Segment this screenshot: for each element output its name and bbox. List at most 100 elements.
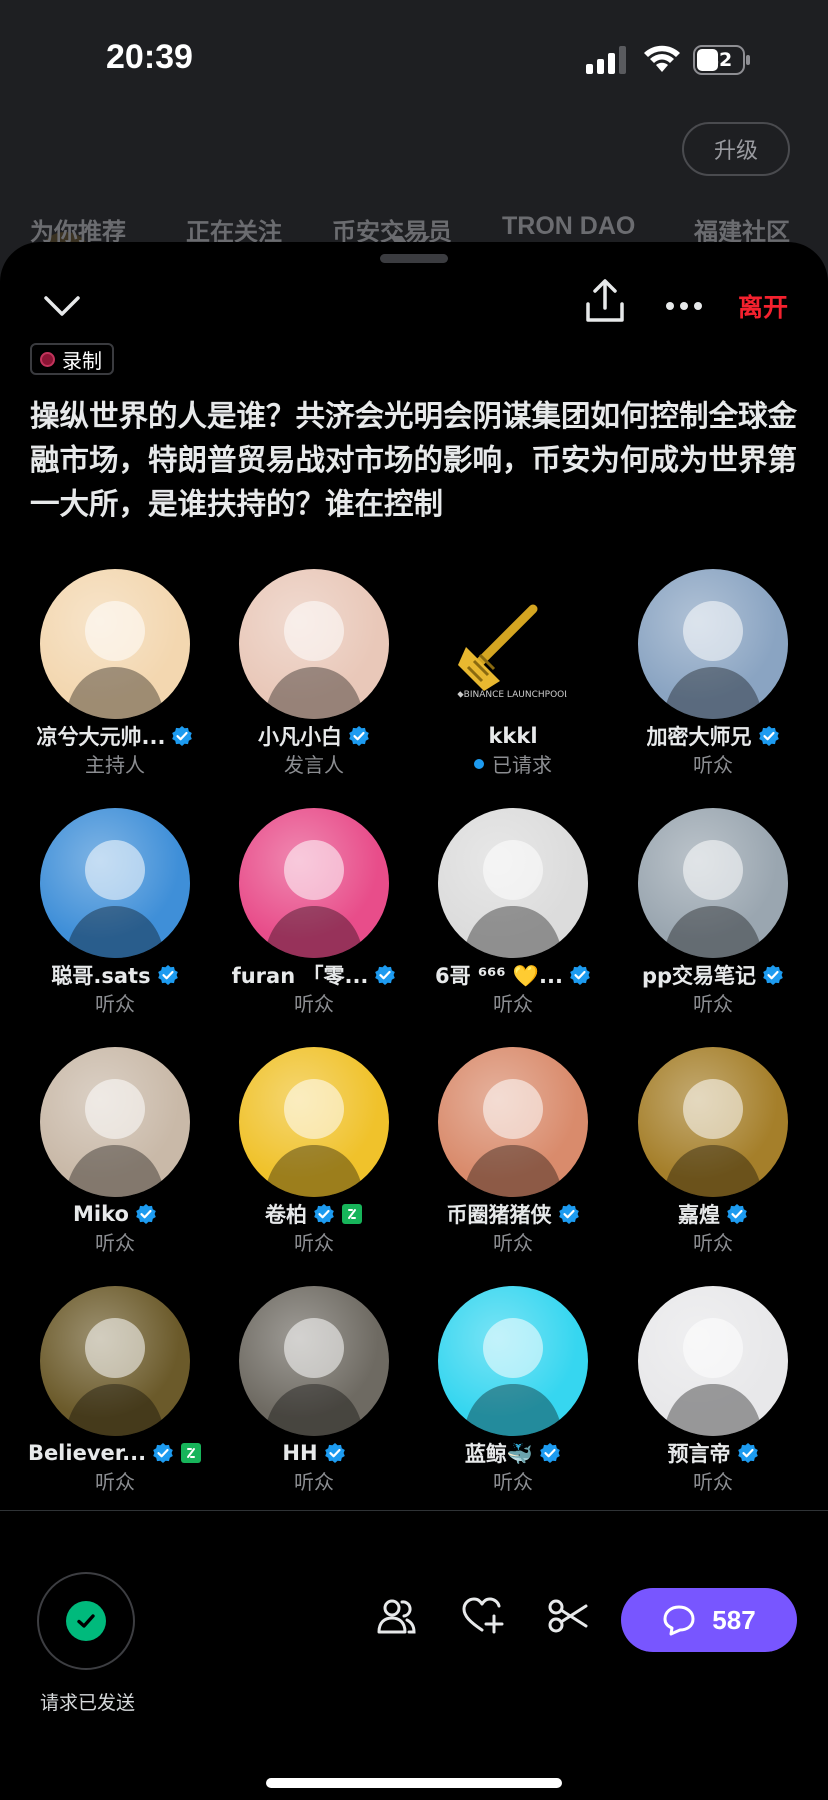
recording-badge: 录制 — [30, 343, 114, 375]
participant-name: 嘉煌 — [678, 1203, 720, 1227]
participant-card[interactable]: 嘉煌听众 — [613, 1047, 813, 1262]
cellular-signal-icon — [586, 46, 626, 74]
home-indicator[interactable] — [266, 1778, 562, 1788]
participant-role-label: 已请求 — [492, 753, 552, 777]
chevron-down-icon[interactable] — [40, 284, 84, 328]
comments-button[interactable]: 587 — [621, 1588, 797, 1652]
participant-name: Miko — [73, 1202, 129, 1226]
verified-badge-icon — [313, 1203, 335, 1225]
participant-name: 6哥 ⁶⁶⁶ 💛... — [435, 964, 563, 988]
gold-hood-avatar[interactable] — [40, 1286, 190, 1436]
flame-hair-avatar[interactable] — [40, 808, 190, 958]
sheet-grabber[interactable] — [380, 254, 448, 263]
participant-card[interactable]: 凉兮大元帅... 主持人 — [15, 569, 215, 784]
participant-role: 听众 — [613, 1227, 813, 1256]
participant-name: 加密大师兄 — [646, 725, 752, 749]
ferris-wheel-avatar[interactable] — [40, 1047, 190, 1197]
participant-role: 已请求 — [413, 749, 613, 778]
participant-card[interactable]: 加密大师兄 听众 — [613, 569, 813, 784]
check-icon — [66, 1601, 106, 1641]
participant-name-row: 凉兮大元帅... — [15, 721, 215, 751]
verified-badge-icon — [157, 964, 179, 986]
pink-hair-avatar[interactable] — [239, 808, 389, 958]
suit-man-avatar[interactable] — [638, 1047, 788, 1197]
share-icon[interactable] — [584, 278, 626, 324]
battery-level: 42 — [705, 49, 733, 71]
participant-role: 听众 — [214, 1227, 414, 1256]
participant-role: 听众 — [413, 1227, 613, 1256]
participant-name: 币圈猪猪侠 — [446, 1203, 552, 1227]
participant-role-label: 听众 — [493, 1470, 533, 1494]
request-sent-label: 请求已发送 — [39, 1692, 135, 1714]
upgrade-button[interactable]: 升级 — [682, 122, 790, 176]
verified-badge-icon — [737, 1442, 759, 1464]
status-time: 20:39 — [106, 38, 193, 76]
participant-role-label: 听众 — [95, 1470, 135, 1494]
leave-button[interactable]: 离开 — [738, 288, 788, 324]
request-status-button[interactable] — [37, 1572, 135, 1670]
participant-role: 听众 — [214, 1466, 414, 1495]
toy-figure-avatar[interactable] — [638, 569, 788, 719]
blue-whale-avatar[interactable] — [438, 1286, 588, 1436]
pig-hero-avatar[interactable] — [438, 1047, 588, 1197]
participant-name: kkkl — [488, 724, 538, 748]
participant-name: Believer... — [27, 1441, 147, 1465]
participant-role-label: 听众 — [693, 1231, 733, 1255]
participant-role-label: 发言人 — [284, 753, 344, 777]
bottom-divider — [0, 1510, 828, 1511]
golden-spatula-avatar[interactable]: ◆BINANCE LAUNCHPOOL — [438, 569, 588, 719]
participant-card[interactable]: 蓝鲸🐳 听众 — [413, 1286, 613, 1501]
participant-role-label: 听众 — [493, 992, 533, 1016]
more-options-icon[interactable] — [662, 284, 706, 328]
participant-card[interactable]: ◆BINANCE LAUNCHPOOL kkkl 已请求 — [413, 569, 613, 784]
participant-card[interactable]: 聪哥.sats 听众 — [15, 808, 215, 1023]
participant-name-row: 6哥 ⁶⁶⁶ 💛... — [413, 960, 613, 990]
participant-name-row: furan 「零... — [214, 960, 414, 990]
tab-tron-dao[interactable]: TRON DAO — [502, 212, 635, 241]
heart-plus-icon[interactable] — [460, 1594, 504, 1638]
space-title: 操纵世界的人是谁？共济会光明会阴谋集团如何控制全球金融市场，特朗普贸易战对市场的… — [30, 399, 798, 521]
participant-role-label: 听众 — [95, 992, 135, 1016]
participant-name-row: 卷柏 — [214, 1199, 414, 1229]
participant-card[interactable]: 6哥 ⁶⁶⁶ 💛... 听众 — [413, 808, 613, 1023]
verified-badge-icon — [762, 964, 784, 986]
clip-scissors-icon[interactable] — [546, 1594, 590, 1638]
anime-girl-avatar[interactable] — [40, 569, 190, 719]
comment-icon — [663, 1605, 695, 1636]
participant-card[interactable]: 预言帝 听众 — [613, 1286, 813, 1501]
participant-name-row: 蓝鲸🐳 — [413, 1438, 613, 1468]
participant-role-label: 听众 — [294, 1470, 334, 1494]
btc-yellow-avatar[interactable] — [239, 1047, 389, 1197]
white-hair-avatar[interactable] — [638, 1286, 788, 1436]
participant-name-row: 嘉煌 — [613, 1199, 813, 1229]
participant-name-row: kkkl — [413, 721, 613, 751]
participant-card[interactable]: 币圈猪猪侠听众 — [413, 1047, 613, 1262]
participant-card[interactable]: Believer... 听众 — [15, 1286, 215, 1501]
people-icon[interactable] — [374, 1594, 418, 1638]
verified-badge-icon — [569, 964, 591, 986]
participant-card[interactable]: furan 「零... 听众 — [214, 808, 414, 1023]
space-sheet: 离开 录制 操纵世界的人是谁？共济会光明会阴谋集团如何控制全球金融市场，特朗普贸… — [0, 242, 828, 1800]
participant-card[interactable]: Miko 听众 — [15, 1047, 215, 1262]
participant-card[interactable]: pp交易笔记 听众 — [613, 808, 813, 1023]
participant-card[interactable]: HH 听众 — [214, 1286, 414, 1501]
sketch-man-avatar[interactable] — [438, 808, 588, 958]
street-photo-avatar[interactable] — [239, 1286, 389, 1436]
pink-penguin-avatar[interactable] — [239, 569, 389, 719]
participant-card[interactable]: 小凡小白 发言人 — [214, 569, 414, 784]
participant-card[interactable]: 卷柏 听众 — [214, 1047, 414, 1262]
participant-name-row: Believer... — [15, 1438, 215, 1468]
participant-role-label: 听众 — [493, 1231, 533, 1255]
participant-role: 听众 — [613, 1466, 813, 1495]
orange-cat-avatar[interactable] — [638, 808, 788, 958]
requested-dot-icon — [474, 758, 484, 769]
participant-name: 蓝鲸🐳 — [464, 1442, 534, 1466]
participant-role: 听众 — [613, 749, 813, 778]
participant-role-label: 主持人 — [85, 753, 145, 777]
participant-name-row: 小凡小白 — [214, 721, 414, 751]
participant-name: pp交易笔记 — [641, 964, 757, 988]
verified-badge-icon — [348, 725, 370, 747]
participant-role-label: 听众 — [294, 1231, 334, 1255]
participant-name: HH — [282, 1441, 318, 1465]
participant-role: 听众 — [15, 1227, 215, 1256]
